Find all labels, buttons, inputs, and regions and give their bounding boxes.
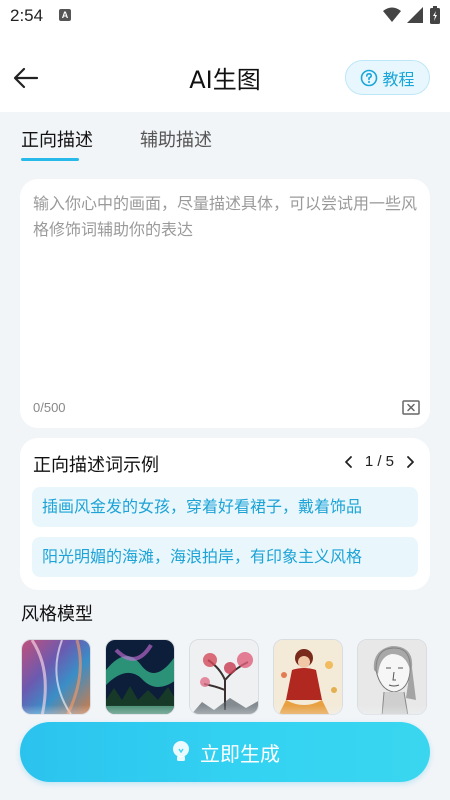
generate-label: 立即生成: [200, 741, 280, 766]
prompt-input[interactable]: [33, 191, 423, 371]
tab-bar: 正向描述 辅助描述: [0, 112, 450, 166]
tab-active-indicator: [21, 158, 79, 161]
fantasy-illustration-thumbnail[interactable]: [273, 639, 343, 715]
battery-icon: [430, 6, 440, 24]
header: AI生图 教程: [0, 32, 450, 112]
lightbulb-icon: [173, 741, 189, 761]
clear-icon[interactable]: [402, 400, 420, 416]
aurora-landscape-thumbnail[interactable]: [105, 639, 175, 715]
notification-badge-icon: A: [59, 9, 71, 21]
status-time: 2:54: [10, 6, 44, 25]
wifi-icon: [383, 7, 401, 22]
help-circle-icon: [361, 69, 378, 86]
generate-button[interactable]: 立即生成: [20, 722, 430, 782]
example-item[interactable]: 阳光明媚的海滩，海浪拍岸，有印象主义风格: [32, 537, 418, 577]
tutorial-label: 教程: [382, 69, 415, 89]
examples-card: 正向描述词示例 1 / 5 插画风金发的女孩，穿着好看裙子，戴着饰品 阳光明媚的…: [20, 438, 430, 590]
style-model-title: 风格模型: [21, 604, 93, 625]
chevron-right-icon: [407, 455, 414, 468]
pencil-sketch-portrait-thumbnail[interactable]: [357, 639, 427, 715]
prompt-card: 0/500: [20, 179, 430, 428]
examples-title: 正向描述词示例: [33, 455, 159, 476]
examples-pager: 1 / 5: [341, 453, 418, 470]
abstract-colorful-thumbnail[interactable]: [21, 639, 91, 715]
tutorial-button[interactable]: 教程: [345, 60, 430, 95]
chevron-left-icon: [344, 455, 352, 468]
next-page-button[interactable]: [402, 454, 418, 470]
tab-auxiliary-prompt[interactable]: 辅助描述: [140, 126, 212, 152]
example-item[interactable]: 插画风金发的女孩，穿着好看裙子，戴着饰品: [32, 487, 418, 527]
char-count: 0/500: [33, 400, 66, 415]
page-indicator: 1 / 5: [364, 453, 394, 470]
ink-plum-blossom-thumbnail[interactable]: [189, 639, 259, 715]
signal-icon: [407, 7, 423, 23]
tab-positive-prompt[interactable]: 正向描述: [21, 126, 93, 152]
prev-page-button[interactable]: [341, 454, 357, 470]
status-bar: 2:54 A: [0, 0, 450, 32]
